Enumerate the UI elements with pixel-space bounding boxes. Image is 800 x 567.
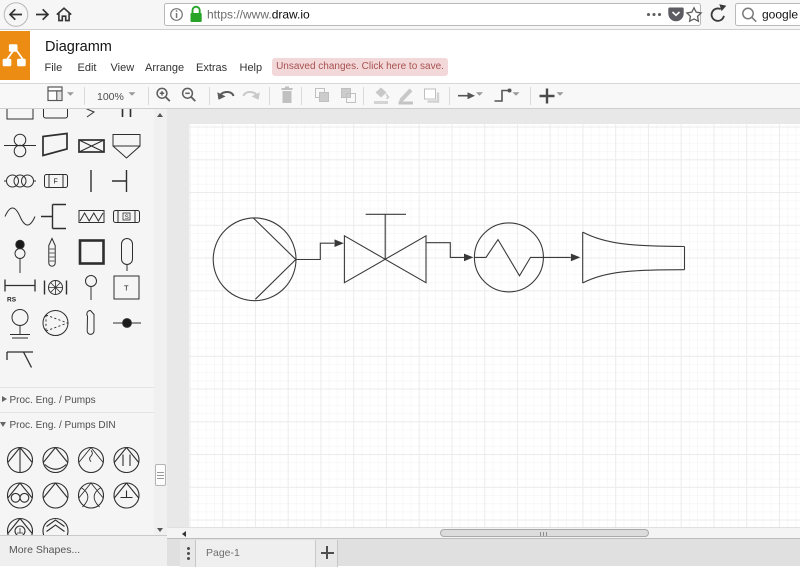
svg-text:S: S [125,215,129,221]
svg-text:https://www.draw.io: https://www.draw.io [207,8,310,22]
svg-text:google a: google a [762,8,800,22]
svg-text:RS: RS [7,297,17,304]
svg-text:100%: 100% [97,91,124,103]
svg-text:T: T [124,284,129,293]
svg-text:F: F [54,179,58,186]
